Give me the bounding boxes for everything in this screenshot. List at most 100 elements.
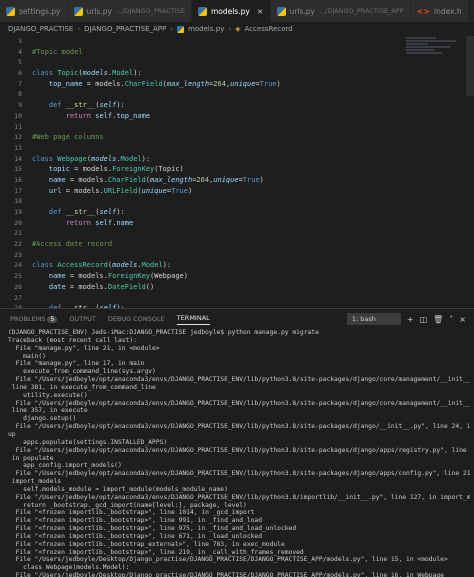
code-line[interactable]: top_name = models.CharField(max_length=2… [32, 79, 404, 90]
code-line[interactable]: topic = models.ForeignKey(Topic) [32, 164, 404, 175]
terminal-line-text: up [8, 430, 16, 438]
tab-models-py[interactable]: models.py × [192, 0, 271, 22]
terminal-selector[interactable]: 1: bash [346, 313, 401, 325]
breadcrumb-item-file[interactable]: models.py [188, 25, 224, 33]
line-number: 10 [14, 111, 22, 120]
terminal-line-text: Traceback (most recent call last): [8, 336, 137, 344]
tab-label: urls.py [86, 6, 112, 16]
terminal-line: File "<frozen importlib._bootstrap_exter… [8, 541, 470, 549]
trash-icon[interactable]: 🗑 [433, 315, 443, 324]
terminal-line-text: File "/Users/jedboyle/opt/anaconda3/envs… [8, 493, 470, 501]
breadcrumb-item-app[interactable]: DJANGO_PRACTISE_APP [84, 25, 166, 33]
terminal-output[interactable]: (DJANGO_PRACTISE_ENV) Jeds-iMac:DJANGO_P… [8, 329, 470, 577]
line-number: 14 [14, 154, 22, 163]
line-number: 9 [18, 101, 22, 110]
code-line[interactable] [32, 196, 404, 207]
line-number: 15 [14, 165, 22, 174]
line-number: 5 [18, 58, 22, 67]
terminal-line-text: File "/Users/jedboyle/Desktop/Django_pra… [8, 572, 444, 577]
line-number-gutter: 3 4 5 6 7 8 9 10 11 12 13 14 15 16 17 18 19 20 21 22 23 24 25 2… [0, 36, 24, 308]
bottom-panel: PROBLEMS 5 OUTPUT DEBUG CONSOLE TERMINAL … [0, 308, 474, 577]
tab-index-html[interactable]: <> index.h [410, 0, 469, 22]
code-line[interactable] [32, 143, 404, 154]
tab-terminal[interactable]: TERMINAL [176, 314, 210, 325]
chevron-up-icon[interactable]: ˄ [449, 315, 453, 324]
code-line[interactable] [32, 228, 404, 239]
terminal-line-text: File "/Users/jedboyle/Desktop/Django_pra… [8, 556, 448, 564]
chevron-right-icon: › [77, 25, 81, 33]
close-panel-icon[interactable]: × [459, 315, 466, 324]
tab-label: models.py [211, 6, 250, 16]
line-number: 13 [14, 143, 22, 152]
code-line[interactable]: date = models.DateField() [32, 282, 404, 293]
line-number: 7 [18, 79, 22, 88]
code-line[interactable]: #Web page columns [32, 132, 404, 143]
minimap[interactable] [406, 36, 466, 76]
python-file-icon [276, 6, 286, 16]
tab-urls-py-project[interactable]: urls.py .../DJANGO_PRACTISE [67, 0, 192, 22]
code-line[interactable]: return self.name [32, 218, 404, 229]
tab-urls-py-app[interactable]: urls.py .../DJANGO_PRACTISE_APP [270, 0, 411, 22]
line-number: 16 [14, 175, 22, 184]
tab-debug-console[interactable]: DEBUG CONSOLE [108, 315, 165, 323]
code-line[interactable]: class AccessRecord(models.Model): [32, 260, 404, 271]
code-line[interactable]: def __str__(self): [32, 100, 404, 111]
terminal-line: apps.populate(settings.INSTALLED_APPS) [8, 439, 470, 447]
terminal-line-text: File "<frozen importlib._bootstrap_exter… [8, 540, 285, 548]
terminal-line: line 357, in execute [8, 407, 470, 415]
chevron-right-icon: › [170, 25, 174, 33]
split-terminal-icon[interactable]: ◫ [420, 315, 428, 324]
code-line[interactable]: class Webpage(models.Model): [32, 154, 404, 165]
code-line[interactable] [32, 89, 404, 100]
terminal-line: File "/Users/jedboyle/opt/anaconda3/envs… [8, 423, 470, 431]
tab-settings-py[interactable]: settings.py [0, 0, 68, 22]
add-terminal-icon[interactable]: + [407, 315, 414, 324]
code-line[interactable]: #Topic model [32, 47, 404, 58]
line-number: 11 [14, 122, 22, 131]
close-tab-icon[interactable]: × [257, 7, 264, 16]
code-line[interactable]: #Access date record [32, 239, 404, 250]
code-line[interactable] [32, 250, 404, 261]
tab-output[interactable]: OUTPUT [69, 315, 96, 323]
editor-tab-bar: settings.py urls.py .../DJANGO_PRACTISE … [0, 0, 474, 22]
terminal-line-text: File "<frozen importlib._bootstrap>", li… [8, 532, 263, 540]
terminal-line: File "<frozen importlib._bootstrap>", li… [8, 533, 470, 541]
breadcrumb-item-project[interactable]: DJANGO_PRACTISE [8, 25, 73, 33]
terminal-line-text: File "/Users/jedboyle/opt/anaconda3/envs… [8, 376, 470, 384]
code-line[interactable] [32, 36, 404, 47]
breadcrumb-item-symbol[interactable]: AccessRecord [245, 25, 293, 33]
terminal-line: main() [8, 353, 470, 361]
terminal-line: class Webpage(models.Model): [8, 564, 470, 572]
terminal-line: self.models_module = import_module(model… [8, 486, 470, 494]
terminal-line-text: app_config.import_models() [8, 462, 122, 470]
code-line[interactable]: url = models.URLField(unique=True) [32, 186, 404, 197]
code-line[interactable]: name = models.ForeignKey(Webpage) [32, 271, 404, 282]
terminal-line-text: (DJANGO_PRACTISE_ENV) Jeds-iMac:DJANGO_P… [8, 329, 319, 336]
editor-scrollbar[interactable] [466, 36, 474, 96]
terminal-line-text: File "manage.py", line 17, in main [8, 360, 145, 368]
code-line[interactable]: class Topic(models.Model): [32, 68, 404, 79]
code-area[interactable]: #Topic model class Topic(models.Model): t… [32, 36, 404, 308]
code-line[interactable]: name = models.CharField(max_length=264,u… [32, 175, 404, 186]
line-number: 23 [14, 250, 22, 259]
terminal-line: File "manage.py", line 21, in <module> [8, 345, 470, 353]
minimap-line [406, 40, 456, 42]
line-number: 6 [18, 69, 22, 78]
minimap-line [406, 37, 436, 39]
code-line[interactable]: return self.top_name [32, 111, 404, 122]
terminal-line: django.setup() [8, 415, 470, 423]
line-number: 27 [14, 293, 22, 302]
minimap-line [406, 43, 428, 45]
code-editor[interactable]: 3 4 5 6 7 8 9 10 11 12 13 14 15 16 17 18 19 20 21 22 23 24 25 2… [0, 36, 474, 308]
code-line[interactable] [32, 122, 404, 133]
terminal-line-text: line 381, in execute_from_command_line [8, 383, 156, 391]
code-line[interactable]: def __str__(self): [32, 207, 404, 218]
chevron-right-icon: › [228, 25, 232, 33]
code-line[interactable] [32, 293, 404, 304]
html-file-icon: <> [416, 6, 430, 16]
tab-problems[interactable]: PROBLEMS 5 [10, 315, 58, 323]
terminal-line-text: execute_from_command_line(sys.argv) [8, 368, 156, 376]
terminal-line: File "<frozen importlib._bootstrap>", li… [8, 509, 470, 517]
code-line[interactable] [32, 57, 404, 68]
tab-label: urls.py [289, 6, 315, 16]
